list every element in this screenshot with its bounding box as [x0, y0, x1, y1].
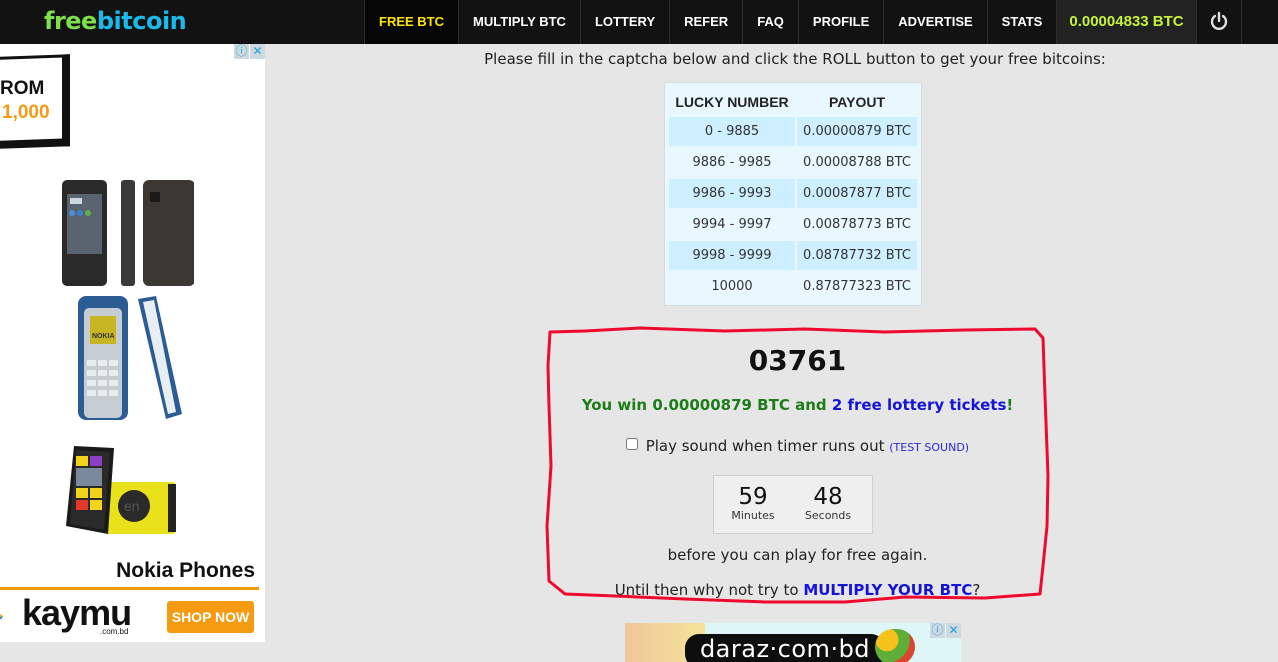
table-row: 9998 - 9999 0.08787732 BTC — [669, 241, 917, 270]
payout-cell: 0.00008788 BTC — [803, 155, 911, 170]
table-row: 10000 0.87877323 BTC — [669, 272, 917, 301]
kaymu-logo-icon — [0, 613, 4, 620]
ad-price: 1,000 — [2, 102, 50, 123]
lottery-tickets-text: 2 free lottery tickets — [831, 396, 1007, 414]
play-sound-label: Play sound when timer runs out — [645, 437, 890, 455]
svg-text:NOKIA: NOKIA — [92, 333, 115, 340]
test-sound-link[interactable]: (TEST SOUND) — [889, 441, 969, 454]
phone-image-lumia: en — [66, 446, 176, 534]
bottom-advertisement[interactable]: daraz·com·bd ⓘ ✕ — [625, 623, 961, 662]
nav-lottery[interactable]: LOTTERY — [579, 0, 669, 44]
bottom-ad-controls: ⓘ ✕ — [929, 623, 961, 638]
minutes-label: Minutes — [731, 509, 775, 522]
left-advertisement[interactable]: ⓘ ✕ ROM 1,000 NOKIA en Nokia Phones kaym… — [0, 44, 265, 642]
roll-result-number: 03761 — [748, 344, 847, 377]
daraz-brand: daraz·com·bd — [685, 634, 885, 662]
bottom-ad-info-icon[interactable]: ⓘ — [930, 623, 945, 638]
multiply-prompt-suffix: ? — [972, 581, 981, 599]
win-suffix: ! — [1006, 396, 1014, 414]
seconds-label: Seconds — [804, 509, 852, 522]
sound-option-row: Play sound when timer runs out (TEST SOU… — [545, 437, 1050, 455]
lucky-number-cell: 0 - 9885 — [669, 117, 795, 146]
ad-text-rom: ROM — [0, 78, 45, 99]
payout-cell: 0.08787732 BTC — [797, 241, 917, 270]
payout-cell: 0.00000879 BTC — [797, 117, 917, 146]
table-row: 9886 - 9985 0.00008788 BTC — [669, 148, 917, 177]
timer-seconds: 48 Seconds — [793, 485, 863, 522]
win-amount-text: You win 0.00000879 BTC and — [581, 396, 832, 414]
nav-faq[interactable]: FAQ — [742, 0, 798, 44]
ad-close-icon[interactable]: ✕ — [250, 44, 265, 59]
table-row: 9986 - 9993 0.00087877 BTC — [669, 179, 917, 208]
countdown-timer: 59 Minutes 48 Seconds — [713, 475, 873, 534]
payout-cell: 0.00087877 BTC — [797, 179, 917, 208]
lucky-number-cell: 9986 - 9993 — [669, 179, 795, 208]
multiply-prompt: Until then why not try to MULTIPLY YOUR … — [545, 581, 1050, 599]
ad-decoration — [875, 629, 915, 662]
minutes-value: 59 — [738, 484, 768, 510]
win-message: You win 0.00000879 BTC and 2 free lotter… — [545, 396, 1050, 414]
ad-divider — [0, 587, 259, 590]
instructions-text: Please fill in the captcha below and cli… — [484, 50, 1106, 68]
lucky-number-cell: 10000 — [711, 279, 753, 294]
nav-advertise[interactable]: ADVERTISE — [883, 0, 986, 44]
site-logo[interactable]: freebitcoin — [44, 6, 187, 36]
svg-text:en: en — [124, 498, 140, 514]
column-header-payout: PAYOUT — [828, 94, 885, 110]
logout-button[interactable] — [1195, 0, 1242, 44]
nav-stats[interactable]: STATS — [986, 0, 1057, 44]
power-icon — [1210, 11, 1227, 30]
top-navbar: freebitcoin FREE BTC MULTIPLY BTC LOTTER… — [0, 0, 1278, 44]
table-header-row: LUCKY NUMBER PAYOUT — [669, 89, 917, 115]
ad-brand-sub: .com.bd — [100, 627, 129, 636]
payout-table: LUCKY NUMBER PAYOUT 0 - 9885 0.00000879 … — [664, 82, 922, 306]
table-row: 0 - 9885 0.00000879 BTC — [669, 117, 917, 146]
logo-bitcoin: bitcoin — [96, 7, 187, 35]
nav-refer[interactable]: REFER — [669, 0, 742, 44]
ad-info-icon[interactable]: ⓘ — [234, 44, 249, 59]
play-again-text: before you can play for free again. — [667, 546, 928, 564]
seconds-value: 48 — [813, 484, 843, 510]
lucky-number-cell: 9998 - 9999 — [669, 241, 795, 270]
phone-image-touch — [62, 180, 194, 286]
table-row: 9994 - 9997 0.00878773 BTC — [669, 210, 917, 239]
column-header-lucky-number: LUCKY NUMBER — [675, 94, 789, 110]
payout-cell: 0.87877323 BTC — [803, 279, 911, 294]
logo-free: free — [44, 7, 97, 35]
bottom-ad-close-icon[interactable]: ✕ — [946, 623, 961, 638]
multiply-prompt-prefix: Until then why not try to — [614, 581, 804, 599]
ad-controls: ⓘ ✕ — [233, 44, 265, 59]
multiply-btc-link[interactable]: MULTIPLY YOUR BTC — [803, 581, 972, 599]
lucky-number-cell: 9886 - 9985 — [692, 155, 772, 170]
shop-now-button[interactable]: SHOP NOW — [167, 601, 254, 633]
play-sound-checkbox[interactable] — [625, 438, 638, 450]
lucky-number-cell: 9994 - 9997 — [692, 217, 772, 232]
main-nav: FREE BTC MULTIPLY BTC LOTTERY REFER FAQ … — [364, 0, 1242, 44]
nav-multiply-btc[interactable]: MULTIPLY BTC — [458, 0, 580, 44]
nav-profile[interactable]: PROFILE — [797, 0, 883, 44]
balance-display[interactable]: 0.00004833 BTC — [1056, 0, 1196, 44]
nav-free-btc[interactable]: FREE BTC — [364, 0, 458, 44]
ad-headline: Nokia Phones — [116, 559, 255, 582]
phone-image-classic: NOKIA — [78, 296, 182, 420]
payout-cell: 0.00878773 BTC — [803, 217, 911, 232]
timer-minutes: 59 Minutes — [718, 485, 788, 522]
